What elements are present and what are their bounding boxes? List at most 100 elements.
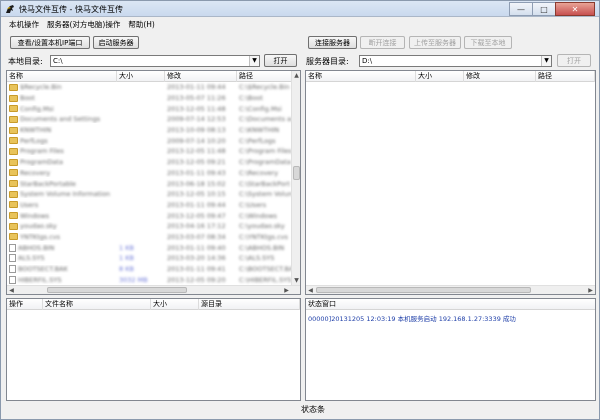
server-file-list[interactable]: 名称 大小 修改 路径 ◀ ▶ bbox=[305, 70, 596, 295]
col-name[interactable]: 名称 bbox=[306, 71, 416, 82]
menu-bar: 本机操作 服务器(对方电脑)操作 帮助(H) bbox=[1, 17, 599, 31]
file-size: 8 KB bbox=[119, 265, 134, 274]
chevron-down-icon[interactable]: ▼ bbox=[541, 56, 551, 66]
local-hscroll[interactable]: ◀ ▶ bbox=[7, 285, 300, 294]
upload-to-server-button[interactable]: 上传至服务器 bbox=[409, 36, 461, 49]
file-path: C:\youdao.sky bbox=[239, 222, 285, 231]
local-file-list[interactable]: 名称 大小 修改 路径 $Recycle.Bin 2013-01-11 09:44… bbox=[6, 70, 301, 295]
menu-local-ops[interactable]: 本机操作 bbox=[5, 19, 43, 30]
file-name: StarBackPortable bbox=[20, 179, 76, 188]
close-button[interactable]: ✕ bbox=[555, 2, 595, 16]
file-row[interactable]: Program Files 2013-12-05 11:48 C:\Program … bbox=[7, 146, 292, 157]
transfer-list[interactable]: 操作 文件名称 大小 源目录 bbox=[6, 298, 301, 401]
file-row[interactable]: StarBackPortable 2013-06-18 15:02 C:\StarB… bbox=[7, 178, 292, 189]
scroll-right-icon[interactable]: ▶ bbox=[586, 286, 595, 294]
file-row[interactable]: ALS.SYS 1 KB 2013-03-20 14:36 C:\ALS.SYS bbox=[7, 253, 292, 264]
file-row[interactable]: $Recycle.Bin 2013-01-11 09:44 C:\$Recycle.… bbox=[7, 82, 292, 93]
file-row[interactable]: HIBERFIL.SYS 3032 MB 2013-12-05 09:20 C:\HI… bbox=[7, 274, 292, 285]
col-size[interactable]: 大小 bbox=[151, 299, 199, 310]
col-size[interactable]: 大小 bbox=[117, 71, 165, 82]
horse-app-icon bbox=[6, 5, 14, 13]
file-modified: 2013-12-05 10:15 bbox=[167, 190, 226, 199]
file-row[interactable]: ProgramData 2013-12-05 09:21 C:\ProgramDat… bbox=[7, 157, 292, 168]
file-name-cell: HIBERFIL.SYS bbox=[7, 275, 117, 284]
server-dir-value: D:\ bbox=[362, 57, 373, 65]
local-open-button[interactable]: 打开 bbox=[264, 54, 297, 67]
file-name-cell: System Volume Information bbox=[7, 190, 117, 198]
download-to-local-button[interactable]: 下载至本地 bbox=[464, 36, 512, 49]
minimize-button[interactable]: — bbox=[509, 2, 533, 16]
file-modified: 2013-10-09 08:13 bbox=[167, 126, 226, 135]
file-name: HIBERFIL.SYS bbox=[18, 275, 62, 284]
file-size: 1 KB bbox=[119, 254, 134, 263]
file-modified: 2013-03-07 08:34 bbox=[167, 232, 226, 241]
file-name-cell: PerfLogs bbox=[7, 137, 117, 145]
server-open-button[interactable]: 打开 bbox=[557, 54, 591, 67]
file-row[interactable]: System Volume Information 2013-12-05 10:1… bbox=[7, 189, 292, 200]
col-operation[interactable]: 操作 bbox=[7, 299, 43, 310]
col-source-dir[interactable]: 源目录 bbox=[199, 299, 300, 310]
file-row[interactable]: Users 2013-01-11 09:44 C:\Users bbox=[7, 200, 292, 211]
file-path: C:\Recovery bbox=[239, 168, 279, 177]
menu-help[interactable]: 帮助(H) bbox=[124, 19, 159, 30]
folder-icon bbox=[9, 180, 18, 188]
file-row[interactable]: PerfLogs 2009-07-14 10:20 C:\PerfLogs bbox=[7, 135, 292, 146]
file-row[interactable]: Documents and Settings 2009-07-14 12:53 C:… bbox=[7, 114, 292, 125]
file-row[interactable]: youdao.sky 2013-04-16 17:12 C:\youdao.sky bbox=[7, 221, 292, 232]
scroll-up-icon[interactable]: ▲ bbox=[292, 71, 300, 80]
file-row[interactable]: ABHOS.BIN 1 KB 2013-01-11 09:40 C:\ABHOS.BI… bbox=[7, 242, 292, 253]
col-size[interactable]: 大小 bbox=[416, 71, 464, 82]
file-path: C:\Program Files bbox=[239, 147, 292, 156]
file-path: C:\Boot bbox=[239, 94, 263, 103]
status-log-line: 00000]20131205 12:03:19 本机服务启动 192.168.1… bbox=[308, 315, 516, 323]
file-modified: 2013-12-05 09:20 bbox=[167, 275, 226, 284]
file-path: C:\HIBERFIL.SYS bbox=[239, 275, 292, 284]
file-name: youdao.sky bbox=[20, 222, 57, 231]
col-path[interactable]: 路径 bbox=[536, 71, 595, 82]
file-row[interactable]: Config.Msi 2013-12-05 11:48 C:\Config.Msi bbox=[7, 103, 292, 114]
local-dir-combo[interactable]: C:\ ▼ bbox=[50, 55, 260, 67]
file-row[interactable]: BOOTSECT.BAK 8 KB 2013-01-11 09:41 C:\BOOTS… bbox=[7, 264, 292, 275]
file-row[interactable]: Boot 2013-05-07 11:26 C:\Boot bbox=[7, 93, 292, 104]
maximize-button[interactable]: □ bbox=[532, 2, 556, 16]
file-row[interactable]: Recovery 2013-01-11 09:43 C:\Recovery bbox=[7, 168, 292, 179]
scroll-left-icon[interactable]: ◀ bbox=[7, 286, 16, 294]
col-name[interactable]: 名称 bbox=[7, 71, 117, 82]
col-filename[interactable]: 文件名称 bbox=[43, 299, 151, 310]
window-controls: — □ ✕ bbox=[509, 2, 595, 16]
scroll-left-icon[interactable]: ◀ bbox=[306, 286, 315, 294]
file-size: 1 KB bbox=[119, 243, 134, 252]
server-dir-combo[interactable]: D:\ ▼ bbox=[359, 55, 552, 67]
file-name: Documents and Settings bbox=[20, 115, 101, 124]
disconnect-button[interactable]: 断开连接 bbox=[360, 36, 405, 49]
start-server-button[interactable]: 启动服务器 bbox=[93, 36, 139, 49]
local-vscroll[interactable]: ▲ ▼ bbox=[291, 71, 300, 285]
file-row[interactable]: YNTKtgs.cvs 2013-03-07 08:34 C:\YNTKtgs.cv… bbox=[7, 232, 292, 243]
scroll-thumb[interactable] bbox=[293, 166, 300, 180]
col-path[interactable]: 路径 bbox=[237, 71, 292, 82]
file-row[interactable]: Windows 2013-12-05 09:47 C:\Windows bbox=[7, 210, 292, 221]
server-hscroll[interactable]: ◀ ▶ bbox=[306, 285, 595, 294]
menu-server-ops[interactable]: 服务器(对方电脑)操作 bbox=[43, 19, 124, 30]
chevron-down-icon[interactable]: ▼ bbox=[249, 56, 259, 66]
local-dir-value: C:\ bbox=[53, 57, 63, 65]
scroll-right-icon[interactable]: ▶ bbox=[282, 286, 291, 294]
folder-icon bbox=[9, 158, 18, 166]
connect-server-button[interactable]: 连接服务器 bbox=[308, 36, 357, 49]
col-modified[interactable]: 修改 bbox=[165, 71, 237, 82]
view-ip-port-button[interactable]: 查看/设置本机IP端口 bbox=[10, 36, 90, 49]
file-modified: 2013-01-11 09:40 bbox=[167, 243, 226, 252]
local-list-header: 名称 大小 修改 路径 bbox=[7, 71, 292, 82]
file-name-cell: YNTKtgs.cvs bbox=[7, 233, 117, 241]
file-name: Config.Msi bbox=[20, 104, 54, 113]
file-size: 3032 MB bbox=[119, 275, 148, 284]
file-modified: 2013-04-16 17:12 bbox=[167, 222, 226, 231]
scroll-thumb[interactable] bbox=[316, 287, 531, 293]
transfer-list-header: 操作 文件名称 大小 源目录 bbox=[7, 299, 300, 310]
file-row[interactable]: KNWTHIN 2013-10-09 08:13 C:\KNWTHIN bbox=[7, 125, 292, 136]
col-modified[interactable]: 修改 bbox=[464, 71, 536, 82]
scroll-down-icon[interactable]: ▼ bbox=[292, 276, 300, 285]
file-name-cell: ALS.SYS bbox=[7, 254, 117, 263]
server-dir-label: 服务器目录: bbox=[306, 57, 349, 66]
scroll-thumb[interactable] bbox=[47, 287, 187, 293]
